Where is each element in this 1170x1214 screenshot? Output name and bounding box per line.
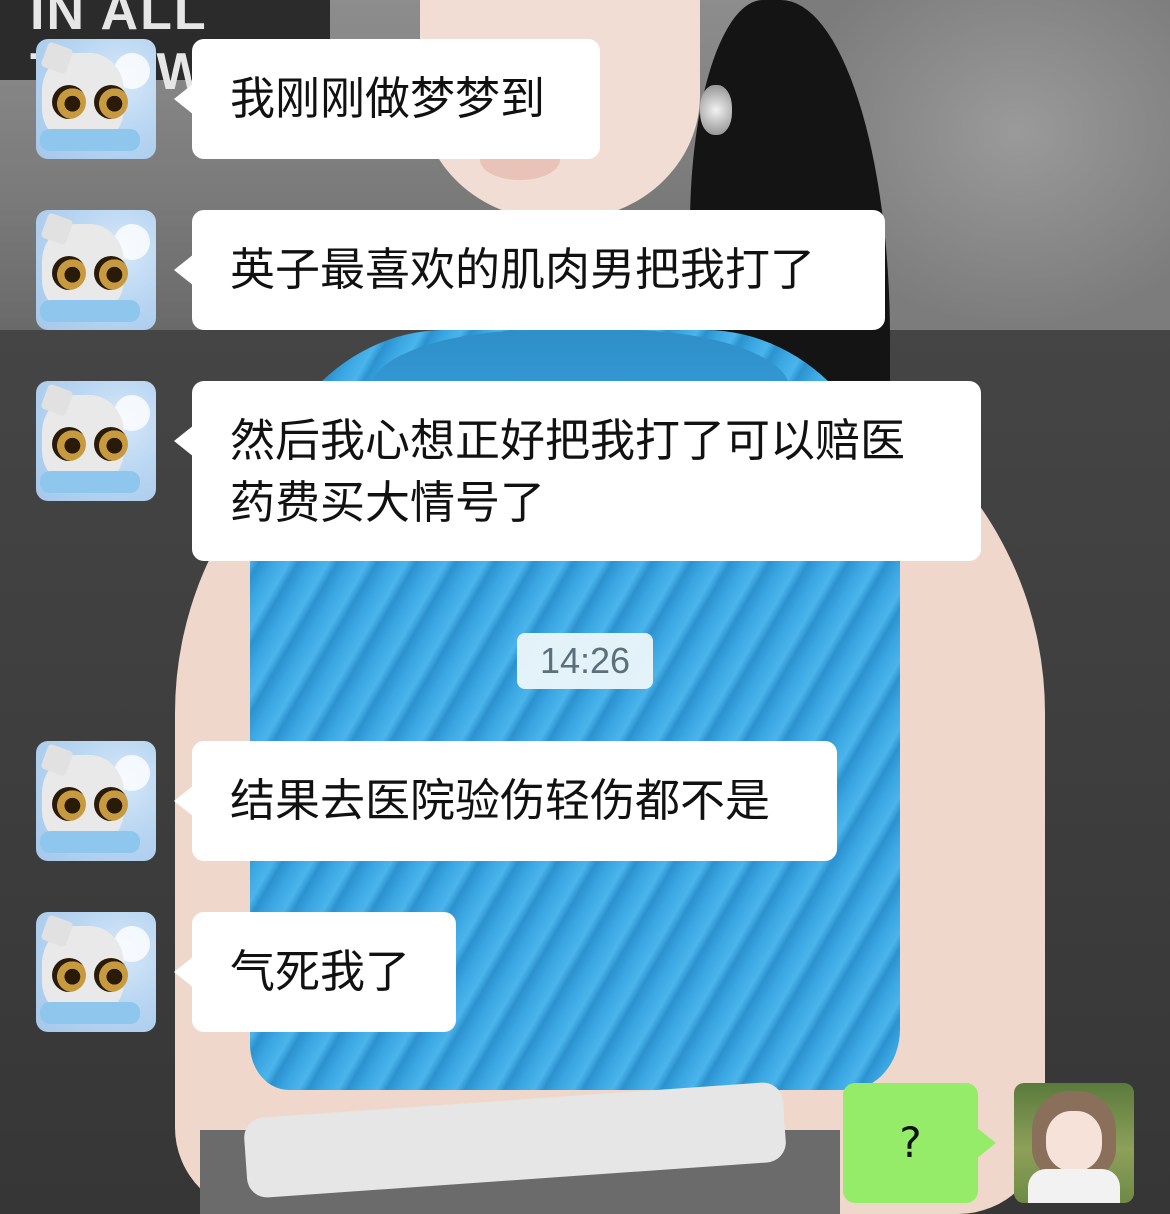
timestamp-divider: 14:26	[517, 633, 653, 689]
avatar-cat-eye	[94, 958, 128, 992]
message-text: 我刚刚做梦梦到	[230, 72, 546, 125]
self-message-bubble[interactable]: ?	[843, 1083, 996, 1203]
message-text-line: 然后我心想正好把我打了可以赔医	[230, 414, 906, 467]
background-person-earring	[700, 85, 732, 135]
avatar-cat-eye	[52, 787, 86, 821]
contact-avatar[interactable]	[36, 912, 156, 1032]
avatar-cat-scarf	[40, 129, 140, 151]
avatar-cat-scarf	[40, 831, 140, 853]
contact-avatar[interactable]	[36, 210, 156, 330]
message-bubble[interactable]: 然后我心想正好把我打了可以赔医 药费买大情号了	[174, 381, 981, 561]
message-text-line: 药费买大情号了	[230, 476, 546, 529]
avatar-cat-eye	[94, 85, 128, 119]
avatar-cat-eye	[94, 256, 128, 290]
self-message-text: ?	[899, 1118, 922, 1167]
contact-avatar[interactable]	[36, 741, 156, 861]
avatar-cat-scarf	[40, 300, 140, 322]
avatar-cat-eye	[94, 787, 128, 821]
self-avatar-face	[1046, 1111, 1102, 1171]
self-avatar[interactable]	[1014, 1083, 1134, 1203]
avatar-cat-eye	[52, 85, 86, 119]
message-bubble[interactable]: 英子最喜欢的肌肉男把我打了	[174, 210, 885, 330]
message-text: 英子最喜欢的肌肉男把我打了	[230, 243, 816, 296]
self-avatar-shirt	[1028, 1169, 1120, 1203]
avatar-cat-eye	[52, 427, 86, 461]
contact-avatar[interactable]	[36, 381, 156, 501]
message-bubble[interactable]: 我刚刚做梦梦到	[174, 39, 600, 159]
message-bubble[interactable]: 气死我了	[174, 912, 456, 1032]
avatar-cat-eye	[52, 958, 86, 992]
contact-avatar[interactable]	[36, 39, 156, 159]
avatar-cat-scarf	[40, 471, 140, 493]
message-bubble[interactable]: 结果去医院验伤轻伤都不是	[174, 741, 837, 861]
avatar-cat-scarf	[40, 1002, 140, 1024]
message-text: 结果去医院验伤轻伤都不是	[230, 774, 771, 827]
avatar-cat-eye	[52, 256, 86, 290]
message-text: 气死我了	[230, 945, 411, 998]
chat-background-photo: IN ALL THE W	[0, 0, 1170, 1214]
avatar-cat-eye	[94, 427, 128, 461]
